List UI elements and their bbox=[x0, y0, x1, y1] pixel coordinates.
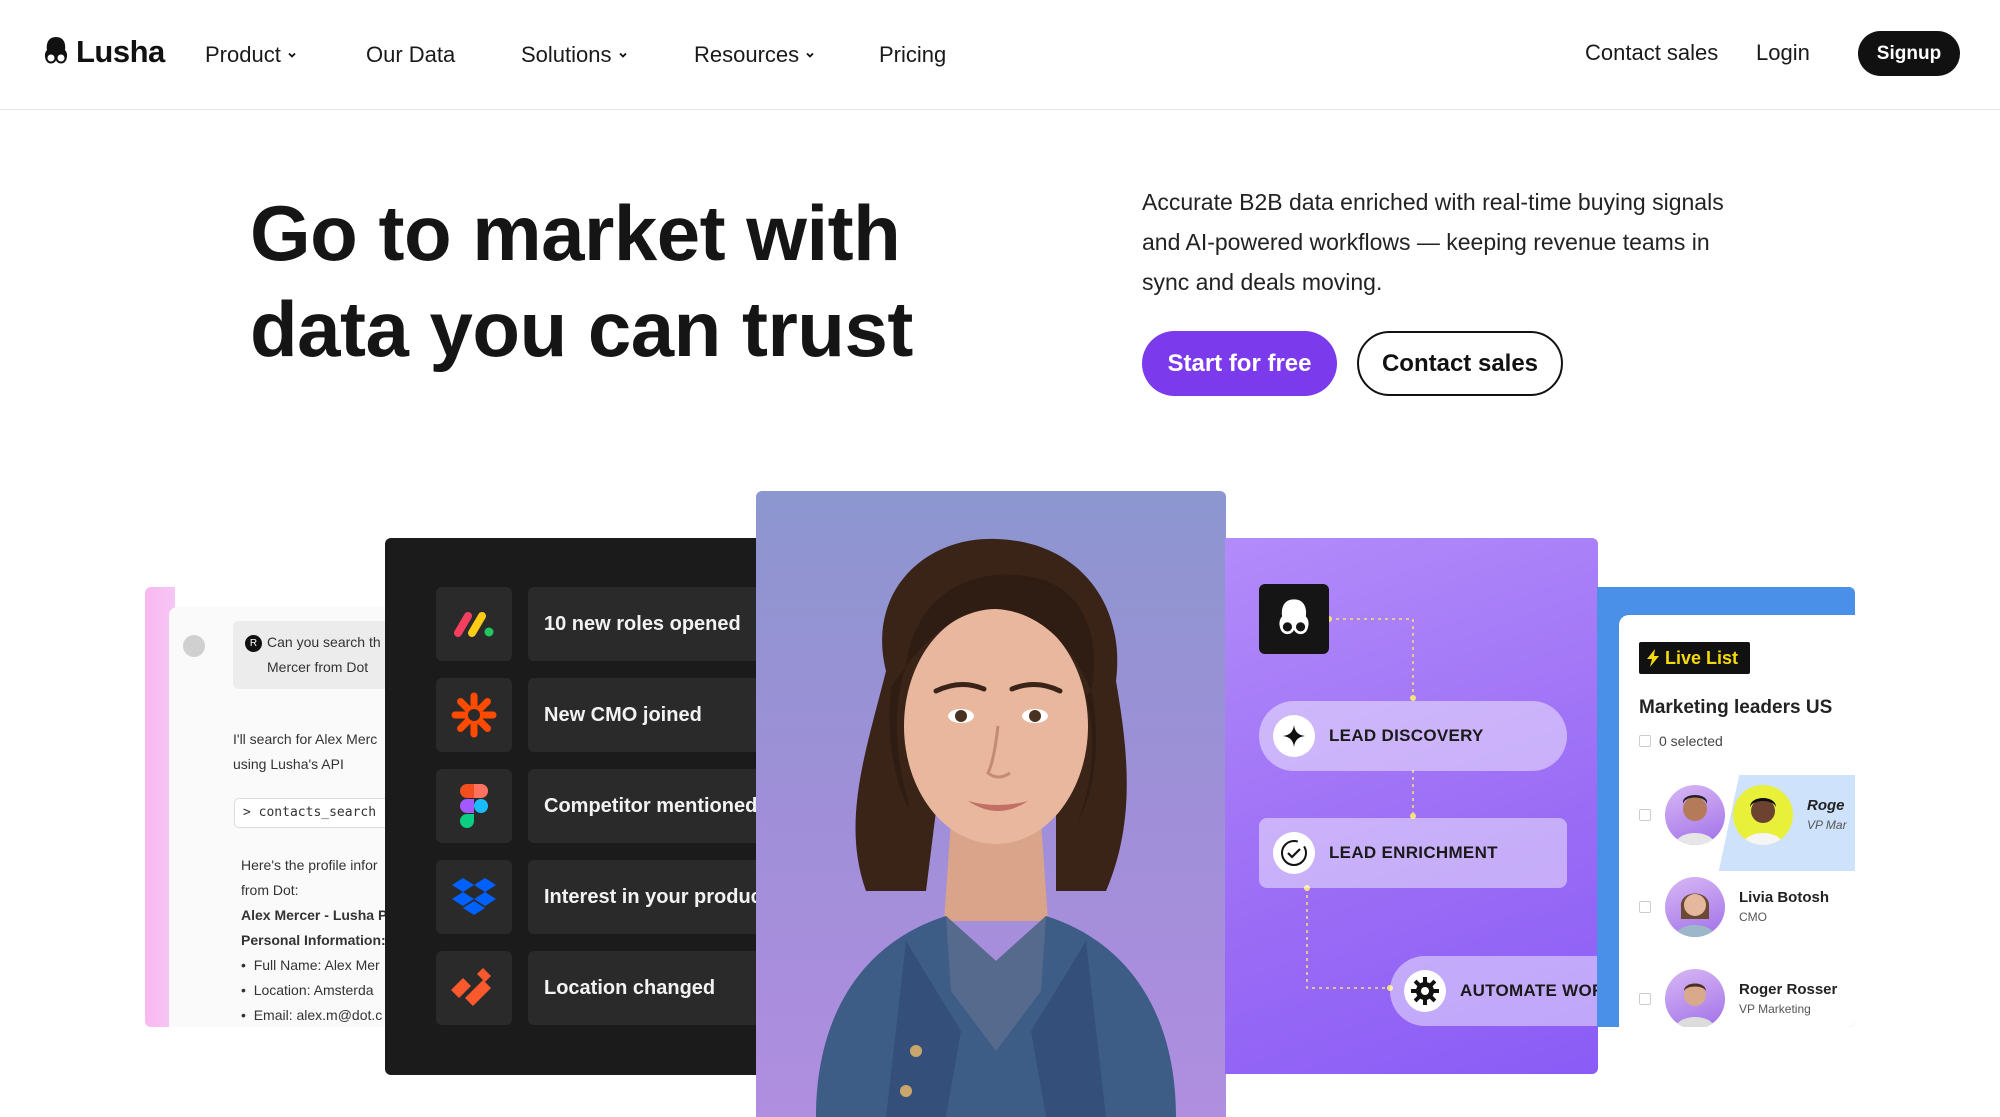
user-message-line: Mercer from Dot bbox=[267, 659, 369, 675]
nav-item-label: Product bbox=[205, 42, 281, 67]
list-item[interactable]: Roger Rosser VP Marketing bbox=[1639, 969, 1837, 1027]
signup-button[interactable]: Signup bbox=[1858, 31, 1960, 76]
live-list-panel: Live List Marketing leaders US 0 selecte… bbox=[1619, 615, 1855, 1027]
start-for-free-button[interactable]: Start for free bbox=[1142, 331, 1337, 396]
avatar bbox=[1665, 785, 1725, 845]
portrait-photo bbox=[756, 491, 1226, 1117]
person-name: Roge bbox=[1807, 797, 1845, 814]
assistant-message-line: Here's the profile infor bbox=[241, 857, 378, 873]
workflow-step-label: LEAD DISCOVERY bbox=[1329, 726, 1484, 745]
nav-item-resources[interactable]: Resources bbox=[694, 42, 815, 68]
result-section-title: Personal Information: bbox=[241, 932, 386, 948]
row-checkbox[interactable] bbox=[1639, 901, 1651, 913]
nav-item-our-data[interactable]: Our Data bbox=[366, 42, 455, 68]
gear-icon bbox=[1404, 970, 1446, 1012]
ai-workflow-card: LEAD DISCOVERY LEAD ENRICHMENT AUTOMATE … bbox=[1225, 538, 1598, 1074]
list-item[interactable]: Livia Botosh CMO bbox=[1639, 877, 1829, 937]
nav-item-label: Pricing bbox=[879, 42, 947, 67]
person-role: VP Mar bbox=[1807, 818, 1847, 832]
live-list-badge: Live List bbox=[1639, 642, 1751, 674]
person-name: Roger Rosser bbox=[1739, 981, 1838, 998]
selection-count: 0 selected bbox=[1639, 733, 1723, 749]
contact-sales-button[interactable]: Contact sales bbox=[1357, 331, 1563, 396]
assistant-message-line: using Lusha's API bbox=[233, 756, 344, 772]
nav-login-link[interactable]: Login bbox=[1756, 40, 1810, 66]
monday-icon bbox=[436, 587, 512, 661]
workflow-step-lead-discovery: LEAD DISCOVERY bbox=[1259, 701, 1567, 771]
lightning-icon bbox=[1647, 649, 1659, 667]
signal-label: Competitor mentioned bbox=[528, 769, 765, 843]
sparkle-icon bbox=[1273, 715, 1315, 757]
dropbox-icon bbox=[436, 860, 512, 934]
select-all-checkbox[interactable] bbox=[1639, 735, 1651, 747]
assistant-message-line: I'll search for Alex Merc bbox=[233, 731, 378, 747]
nav-item-product[interactable]: Product bbox=[205, 42, 297, 68]
nav-item-pricing[interactable]: Pricing bbox=[879, 42, 946, 68]
nav-item-solutions[interactable]: Solutions bbox=[521, 42, 628, 68]
hero-description: Accurate B2B data enriched with real-tim… bbox=[1142, 189, 1724, 295]
assistant-message-line: from Dot: bbox=[241, 882, 299, 898]
bullet-text: Full Name: Alex Mer bbox=[253, 957, 380, 973]
check-circle-icon bbox=[1273, 832, 1315, 874]
hero-title-line: data you can trust bbox=[250, 285, 913, 373]
live-list-card: Live List Marketing leaders US 0 selecte… bbox=[1597, 587, 1855, 1027]
lusha-logo-icon bbox=[1259, 584, 1329, 654]
signal-label: 10 new roles opened bbox=[528, 587, 765, 661]
badge-label: Live List bbox=[1665, 647, 1739, 668]
tool-call-chip: > contacts_search ✓ bbox=[234, 798, 395, 828]
workflow-step-label: LEAD ENRICHMENT bbox=[1329, 843, 1498, 862]
avatar bbox=[1733, 785, 1793, 845]
workflow-step-lead-enrichment: LEAD ENRICHMENT bbox=[1259, 818, 1567, 888]
nav-item-label: Resources bbox=[694, 42, 800, 67]
nav-item-label: Our Data bbox=[366, 42, 456, 67]
brand-name: Lusha bbox=[76, 34, 165, 69]
bullet-text: Email: alex.m@dot.c bbox=[253, 1007, 383, 1023]
list-item[interactable]: Roge VP Mar bbox=[1639, 785, 1847, 845]
chevron-down-icon bbox=[618, 52, 627, 58]
row-checkbox[interactable] bbox=[1639, 809, 1651, 821]
result-bullet: • Full Name: Alex Mer bbox=[241, 957, 380, 973]
zapier-icon bbox=[436, 678, 512, 752]
avatar bbox=[1665, 969, 1725, 1027]
woman-portrait-illustration bbox=[816, 538, 1176, 1117]
person-role: CMO bbox=[1739, 910, 1767, 924]
user-message-line: Can you search th bbox=[267, 634, 381, 650]
person-role: VP Marketing bbox=[1739, 1002, 1811, 1016]
user-avatar-icon: R bbox=[245, 634, 262, 652]
workflow-step-label: AUTOMATE WOR bbox=[1460, 981, 1598, 1000]
signal-label: Location changed bbox=[528, 951, 765, 1025]
list-title: Marketing leaders US bbox=[1639, 697, 1833, 718]
lusha-logo[interactable]: Lusha bbox=[42, 34, 165, 70]
nav-item-label: Solutions bbox=[521, 42, 612, 67]
workflow-step-automate: AUTOMATE WOR bbox=[1390, 956, 1598, 1026]
avatar bbox=[1665, 877, 1725, 937]
result-bullet: • Location: Amsterda bbox=[241, 982, 374, 998]
lusha-logo-icon bbox=[44, 37, 68, 64]
result-name: Alex Mercer - Lusha P bbox=[241, 907, 388, 923]
chevron-down-icon bbox=[288, 52, 296, 58]
bullet-text: Location: Amsterda bbox=[253, 982, 374, 998]
chevron-down-icon bbox=[806, 52, 814, 58]
hero-title: Go to market with data you can trust bbox=[250, 185, 950, 377]
signal-label: New CMO joined bbox=[528, 678, 765, 752]
row-checkbox[interactable] bbox=[1639, 993, 1651, 1005]
result-bullet: • Email: alex.m@dot.c bbox=[241, 1007, 383, 1023]
hero-title-line: Go to market with bbox=[250, 189, 901, 277]
ai-chat-card: R Can you search th Mercer from Dot I'll … bbox=[145, 587, 395, 1027]
chat-avatar bbox=[183, 635, 205, 657]
signal-label: Interest in your product bbox=[528, 860, 765, 934]
buying-signals-card: 10 new roles opened New CMO joined Compe… bbox=[385, 538, 765, 1075]
user-message-bubble: R Can you search th Mercer from Dot bbox=[233, 621, 395, 689]
top-navigation: Lusha Product Our Data Solutions Resourc… bbox=[0, 0, 2000, 110]
nav-contact-sales-link[interactable]: Contact sales bbox=[1585, 40, 1718, 66]
person-name: Livia Botosh bbox=[1739, 889, 1830, 906]
figma-icon bbox=[436, 769, 512, 843]
paloalto-icon bbox=[436, 951, 512, 1025]
selection-count-label: 0 selected bbox=[1659, 733, 1723, 749]
